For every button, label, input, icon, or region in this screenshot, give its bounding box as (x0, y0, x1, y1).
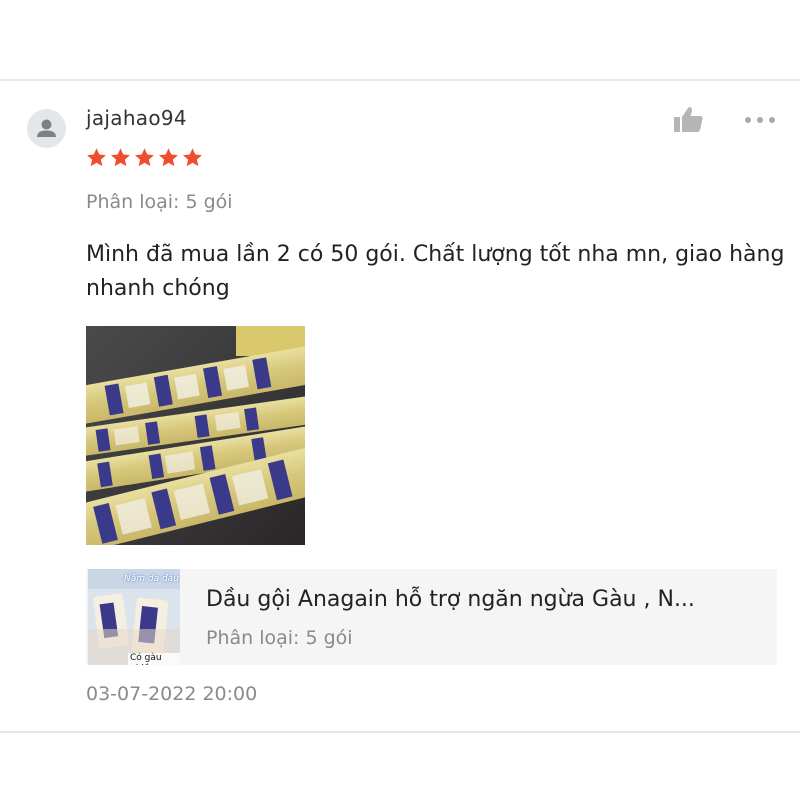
review-text: Mình đã mua lần 2 có 50 gói. Chất lượng … (86, 242, 785, 301)
product-variation: Phân loại: 5 gói (206, 627, 353, 649)
star-icon (159, 148, 178, 167)
username[interactable]: jajahao94 (86, 106, 187, 130)
product-thumbnail: Nấm da đầu Có gàu nhiều (88, 569, 180, 665)
product-card[interactable]: Nấm da đầu Có gàu nhiều Dầu gội Anagain … (86, 569, 777, 665)
review-timestamp: 03-07-2022 20:00 (86, 683, 258, 705)
star-icon (183, 148, 202, 167)
review-variation: Phân loại: 5 gói (86, 191, 233, 213)
user-avatar-icon[interactable] (27, 109, 66, 148)
star-icon (111, 148, 130, 167)
top-divider (0, 79, 800, 81)
review-photo[interactable] (86, 326, 305, 545)
review-page: jajahao94 Phân loại: 5 gói Mình đã mua l… (0, 0, 800, 800)
product-name[interactable]: Dầu gội Anagain hỗ trợ ngăn ngừa Gàu , N… (206, 587, 766, 612)
star-icon (135, 148, 154, 167)
thumbnail-caption-bottom: Có gàu nhiều (128, 653, 180, 665)
star-icon (87, 148, 106, 167)
thumbs-up-icon[interactable] (672, 104, 706, 136)
thumbnail-caption-top: Nấm da đầu (124, 574, 179, 584)
bottom-divider (0, 731, 800, 733)
more-options-icon[interactable] (742, 112, 780, 128)
star-rating (85, 146, 204, 170)
